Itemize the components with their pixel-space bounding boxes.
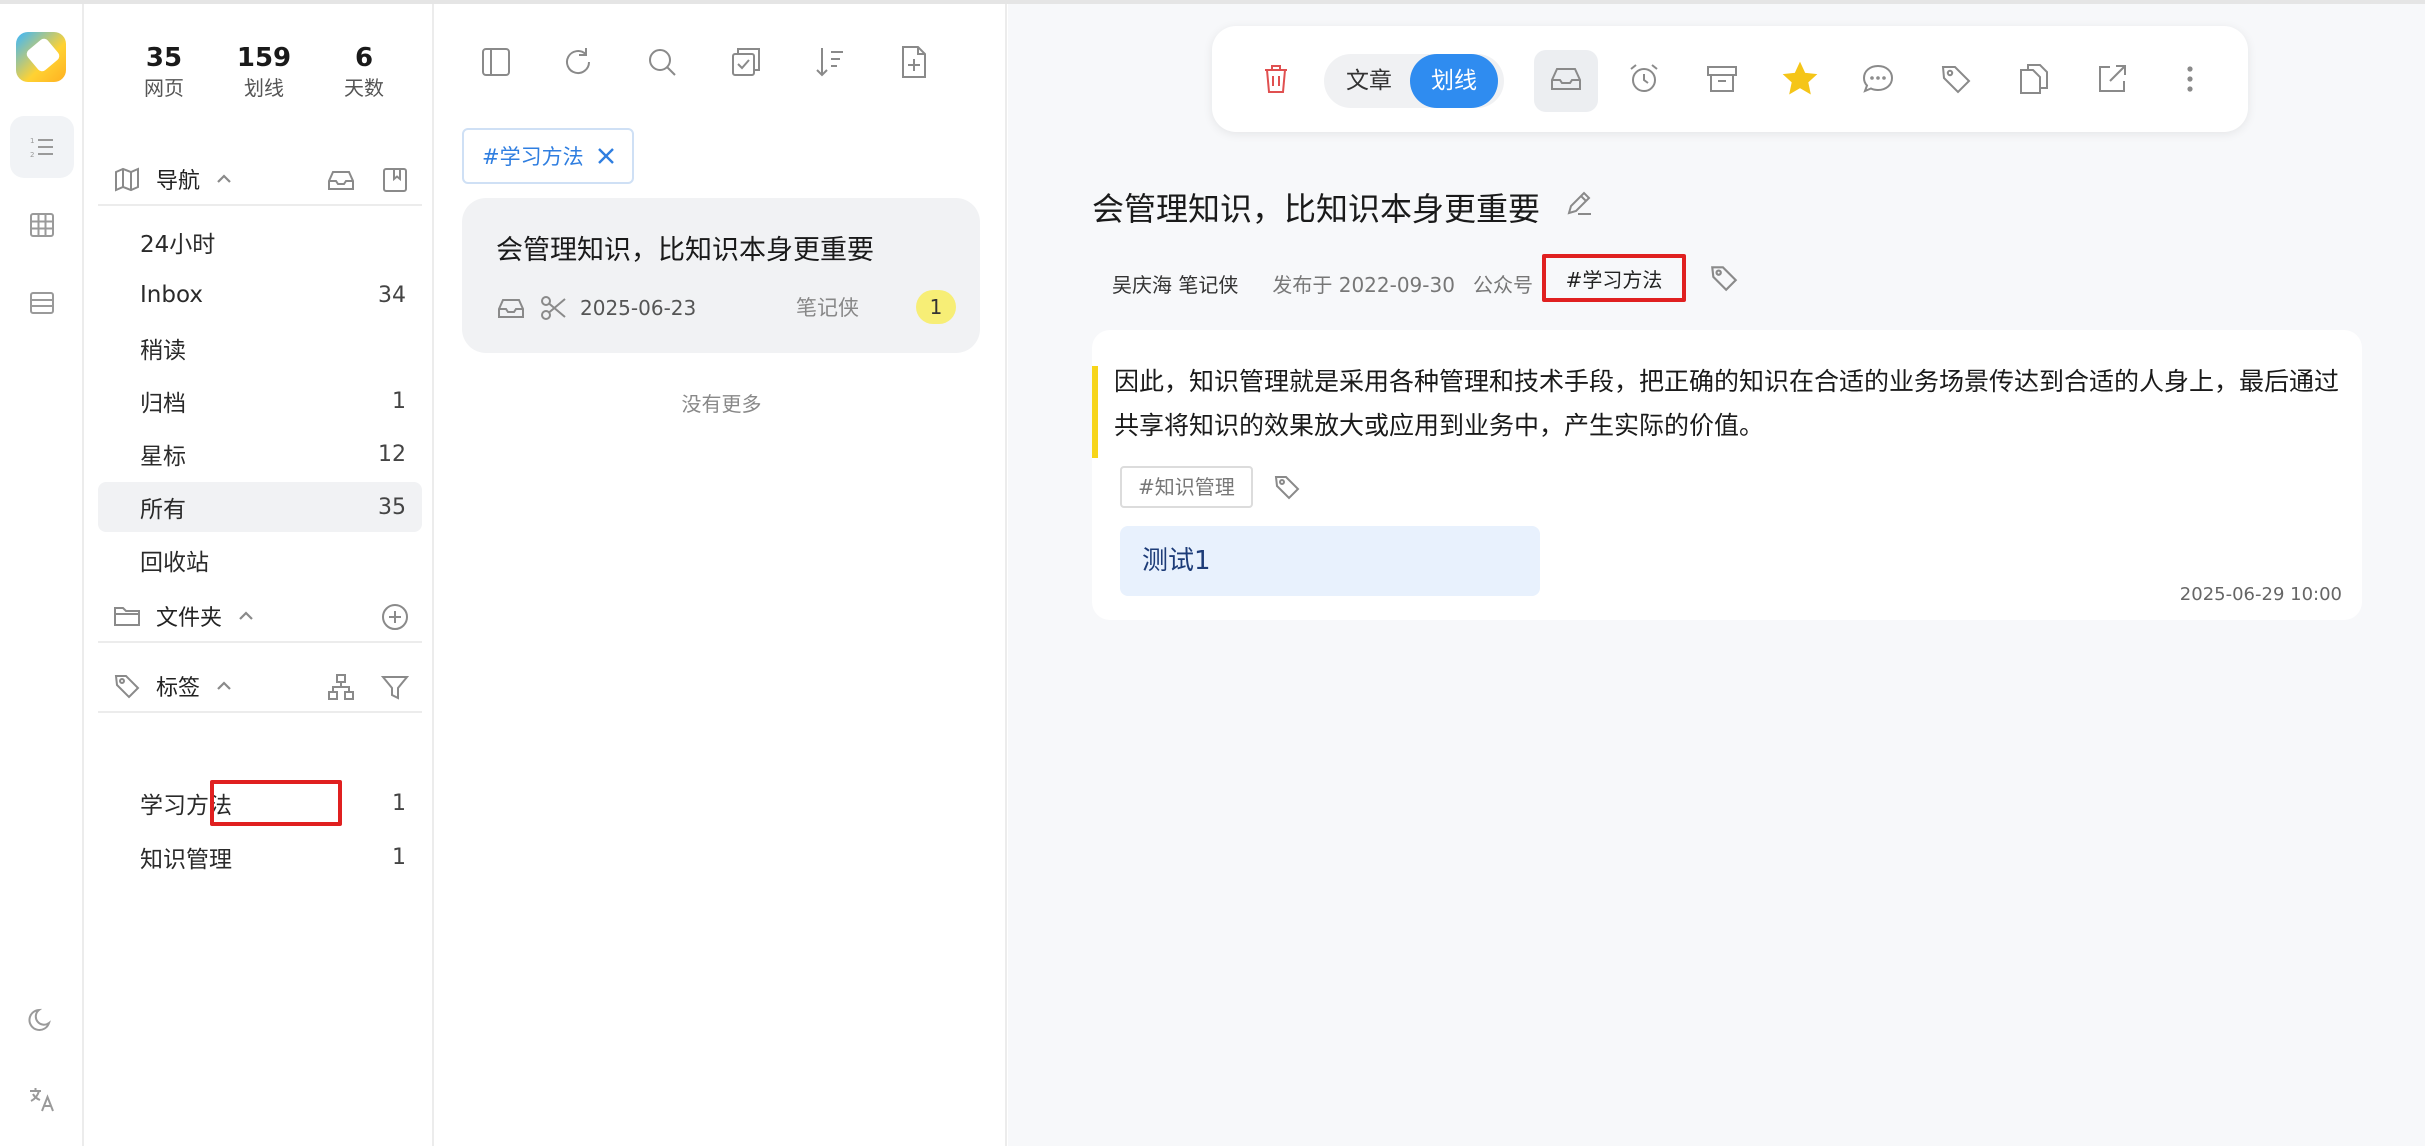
highlight-tag[interactable]: #知识管理 xyxy=(1120,466,1253,508)
alarm-clock-icon[interactable] xyxy=(1626,61,1662,97)
tags-section-title: 标签 xyxy=(156,676,201,701)
nav-item-starred[interactable]: 星标 12 xyxy=(98,429,422,479)
open-external-icon[interactable] xyxy=(2094,61,2130,97)
article-channel: 公众号 xyxy=(1472,272,1533,297)
chevron-up-icon[interactable] xyxy=(214,676,234,696)
article-card[interactable]: 会管理知识，比知识本身更重要 2025-06-23 笔记侠 1 xyxy=(462,198,980,353)
inbox-icon xyxy=(498,299,524,318)
comment-icon[interactable] xyxy=(1860,61,1896,97)
moon-icon xyxy=(28,1008,51,1031)
svg-text:2: 2 xyxy=(30,151,34,159)
tags-section-header[interactable]: 标签 xyxy=(98,661,422,713)
nav-item-24h[interactable]: 24小时 xyxy=(98,217,422,267)
add-tag-icon[interactable] xyxy=(1272,472,1302,502)
more-vertical-icon[interactable] xyxy=(2172,61,2208,97)
stat-highlights[interactable]: 159 划线 xyxy=(214,42,314,102)
archive-icon[interactable] xyxy=(1704,61,1740,97)
add-tag-icon[interactable] xyxy=(1708,262,1740,294)
highlight-color-bar xyxy=(1092,366,1098,458)
tag-tree-icon[interactable] xyxy=(326,672,356,702)
app-logo[interactable] xyxy=(16,32,66,82)
article-card-meta: 2025-06-23 笔记侠 1 xyxy=(496,290,956,326)
highlight-text: 因此，知识管理就是采用各种管理和技术手段，把正确的知识在合适的业务场景传达到合适… xyxy=(1114,367,2340,440)
language-button[interactable] xyxy=(10,1068,74,1130)
search-icon[interactable] xyxy=(644,44,680,80)
tag-item-knowledge-management[interactable]: 知识管理 1 xyxy=(98,832,422,882)
filter-icon[interactable] xyxy=(380,672,410,702)
grid-icon xyxy=(30,213,54,237)
reader-toolbar: 文章 划线 xyxy=(1212,26,2248,132)
close-icon[interactable] xyxy=(594,144,618,168)
stat-pages[interactable]: 35 网页 xyxy=(114,42,214,102)
pen-icon xyxy=(24,36,62,74)
rows-icon xyxy=(30,292,54,314)
app-rail: 12 xyxy=(0,4,84,1146)
list-end-text: 没有更多 xyxy=(681,392,762,416)
highlight-annotation-box xyxy=(210,780,342,826)
folders-section-title: 文件夹 xyxy=(156,606,223,631)
nav-section-header[interactable]: 导航 xyxy=(98,154,422,206)
add-folder-icon[interactable] xyxy=(380,602,410,632)
tag-icon[interactable] xyxy=(1938,61,1974,97)
view-mode-toggle: 文章 划线 xyxy=(1324,54,1504,108)
inbox-icon xyxy=(1551,68,1581,90)
nav-item-all[interactable]: 所有 35 xyxy=(98,482,422,532)
article-published-date: 发布于 2022-09-30 xyxy=(1272,272,1455,297)
copy-icon[interactable] xyxy=(2016,61,2052,97)
article-card-source: 笔记侠 xyxy=(796,296,859,320)
highlight-timestamp: 2025-06-29 10:00 xyxy=(2179,584,2342,605)
rail-table-view-button[interactable] xyxy=(10,272,74,334)
edit-pencil-icon[interactable] xyxy=(1564,188,1594,218)
read-later-icon[interactable] xyxy=(380,165,410,195)
highlight-card[interactable]: 因此，知识管理就是采用各种管理和技术手段，把正确的知识在合适的业务场景传达到合适… xyxy=(1092,330,2362,620)
chevron-up-icon[interactable] xyxy=(236,606,256,626)
star-icon[interactable] xyxy=(1782,61,1818,97)
active-tag-filter-chip[interactable]: #学习方法 xyxy=(462,128,634,184)
svg-text:1: 1 xyxy=(30,137,34,145)
article-meta: 吴庆海 笔记侠 发布于 2022-09-30 公众号 xyxy=(1112,266,1533,300)
nav-item-trash[interactable]: 回收站 xyxy=(98,535,422,585)
article-tag[interactable]: #学习方法 xyxy=(1542,254,1686,302)
article-author: 吴庆海 笔记侠 xyxy=(1112,272,1239,297)
chevron-up-icon[interactable] xyxy=(214,169,234,189)
tab-highlights[interactable]: 划线 xyxy=(1410,54,1498,108)
article-title: 会管理知识，比知识本身更重要 xyxy=(1092,190,1541,228)
add-document-icon[interactable] xyxy=(896,44,932,80)
scissors-icon xyxy=(541,296,566,320)
refresh-icon[interactable] xyxy=(560,44,596,80)
stat-days[interactable]: 6 天数 xyxy=(314,42,414,102)
article-card-title: 会管理知识，比知识本身更重要 xyxy=(496,235,874,266)
article-card-date: 2025-06-23 xyxy=(580,296,697,320)
nav-item-inbox[interactable]: Inbox 34 xyxy=(98,270,422,320)
highlight-note[interactable]: 测试1 xyxy=(1120,526,1540,596)
multi-select-icon[interactable] xyxy=(728,44,764,80)
nav-section-title: 导航 xyxy=(156,169,201,194)
translate-icon xyxy=(30,1088,54,1112)
nav-item-archive[interactable]: 归档 1 xyxy=(98,376,422,426)
tab-article[interactable]: 文章 xyxy=(1336,54,1402,108)
folder-icon xyxy=(114,607,140,626)
stats-row: 35 网页 159 划线 6 天数 xyxy=(114,42,414,102)
rail-list-view-button[interactable]: 12 xyxy=(10,116,74,178)
ordered-list-icon: 12 xyxy=(30,137,53,159)
map-icon xyxy=(115,167,139,192)
delete-icon[interactable] xyxy=(1258,61,1294,97)
folders-section-header[interactable]: 文件夹 xyxy=(98,591,422,643)
dark-mode-button[interactable] xyxy=(10,988,74,1050)
sort-icon[interactable] xyxy=(812,44,848,80)
reader-panel: 文章 划线 会管理知识，比知识本身更重要 吴庆海 笔记侠 发布于 2022-09… xyxy=(1008,4,2425,1146)
rail-grid-view-button[interactable] xyxy=(10,194,74,256)
inbox-icon[interactable] xyxy=(326,165,356,195)
toggle-sidebar-icon[interactable] xyxy=(478,44,514,80)
tag-icon xyxy=(114,675,140,699)
article-list-panel: #学习方法 会管理知识，比知识本身更重要 2025-06-23 笔记侠 1 没有… xyxy=(436,4,1007,1146)
nav-item-read-later[interactable]: 稍读 xyxy=(98,323,422,373)
sidebar: 35 网页 159 划线 6 天数 导航 24小时 Inbox 34 稍读 归档 1 星标… xyxy=(84,4,434,1146)
highlight-count-badge: 1 xyxy=(916,290,956,324)
